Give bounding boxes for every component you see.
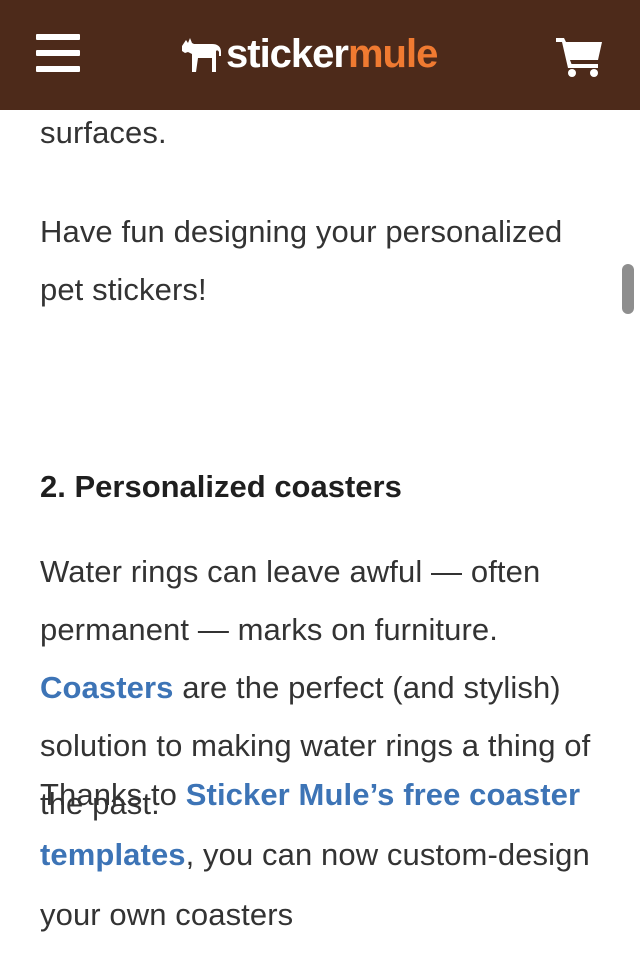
logo-text-mule: mule xyxy=(347,32,438,76)
page: sticker mule surfaces. Have fun designing… xyxy=(0,0,640,959)
logo-text-sticker: sticker xyxy=(226,32,349,76)
paragraph-pet-stickers: Have fun designing your personalized pet… xyxy=(40,214,563,307)
paragraph-text: Thanks to xyxy=(40,777,186,812)
shopping-cart-icon[interactable] xyxy=(556,36,604,78)
coasters-link[interactable]: Coasters xyxy=(40,670,173,705)
hamburger-menu-icon[interactable] xyxy=(36,32,82,74)
paragraph-coaster-templates: Thanks to Sticker Mule’s free coaster te… xyxy=(40,765,608,945)
sticker-mule-logo[interactable]: sticker mule xyxy=(178,26,468,82)
paragraph-tail: surfaces. xyxy=(40,115,167,150)
scrollbar-thumb[interactable] xyxy=(622,264,634,314)
mule-icon xyxy=(182,38,221,72)
paragraph-text: Water rings can leave awful — often perm… xyxy=(40,554,541,647)
top-nav-bar: sticker mule xyxy=(0,0,640,110)
section-heading-coasters: 2. Personalized coasters xyxy=(40,469,402,504)
